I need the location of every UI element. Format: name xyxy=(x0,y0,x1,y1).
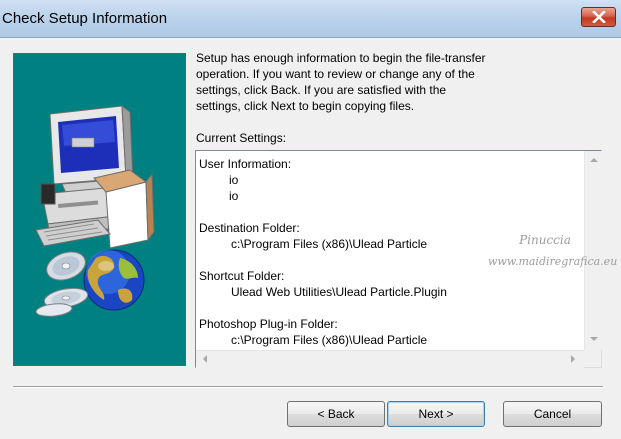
close-icon xyxy=(591,11,606,23)
horizontal-scrollbar[interactable] xyxy=(196,350,584,368)
description-line-4: settings, click Next to begin copying fi… xyxy=(196,99,415,113)
watermark-author: Pinuccia xyxy=(519,233,571,247)
shortcut-heading: Shortcut Folder: xyxy=(199,269,285,283)
setup-description: Setup has enough information to begin th… xyxy=(196,50,526,114)
button-divider xyxy=(13,386,603,388)
setup-illustration-panel xyxy=(13,53,186,366)
scrollbar-corner xyxy=(584,350,601,367)
watermark-url: www.maidiregrafica.eu xyxy=(488,255,618,268)
cancel-button[interactable]: Cancel xyxy=(503,401,602,427)
back-button[interactable]: < Back xyxy=(287,401,385,427)
scroll-up-arrow-icon[interactable] xyxy=(590,158,598,162)
user-info-value-2: io xyxy=(229,189,239,203)
scroll-right-arrow-icon[interactable] xyxy=(571,355,575,363)
user-info-heading: User Information: xyxy=(199,157,292,171)
photoshop-value: c:\Program Files (x86)\Ulead Particle xyxy=(231,333,428,347)
description-line-1: Setup has enough information to begin th… xyxy=(196,51,486,65)
window-title: Check Setup Information xyxy=(2,10,168,27)
photoshop-heading: Photoshop Plug-in Folder: xyxy=(199,317,338,331)
destination-heading: Destination Folder: xyxy=(199,221,300,235)
description-line-2: operation. If you want to review or chan… xyxy=(196,67,475,81)
close-button[interactable] xyxy=(581,7,616,27)
current-settings-label: Current Settings: xyxy=(196,131,287,145)
scroll-left-arrow-icon[interactable] xyxy=(203,355,207,363)
vertical-scrollbar[interactable] xyxy=(584,151,602,350)
next-button[interactable]: Next > xyxy=(387,401,485,427)
scroll-down-arrow-icon[interactable] xyxy=(590,337,598,341)
description-line-3: settings, click Back. If you are satisfi… xyxy=(196,83,447,97)
destination-value: c:\Program Files (x86)\Ulead Particle xyxy=(231,237,428,251)
shortcut-value: Ulead Web Utilities\Ulead Particle.Plugi… xyxy=(231,285,447,299)
computer-globe-illustration xyxy=(35,104,155,317)
user-info-value-1: io xyxy=(229,173,239,187)
settings-text: User Information: io io Destination Fold… xyxy=(196,151,584,350)
title-bar: Check Setup Information xyxy=(0,0,621,38)
